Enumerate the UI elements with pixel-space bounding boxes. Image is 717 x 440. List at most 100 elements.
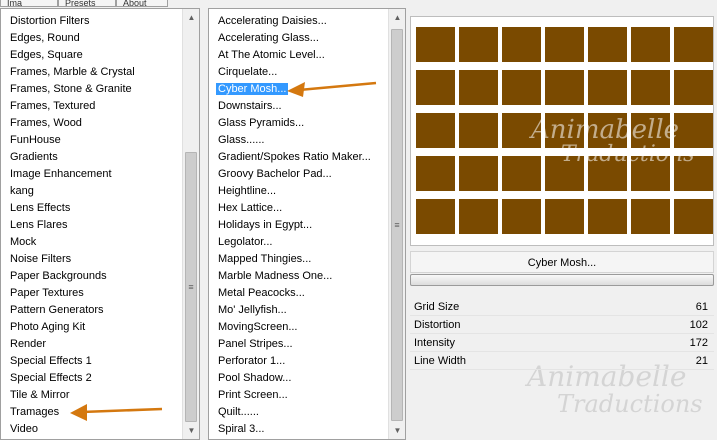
filter-item-downstairs[interactable]: Downstairs... — [209, 98, 388, 115]
filter-item-label: Pool Shadow... — [218, 372, 292, 384]
scroll-down-icon[interactable]: ▼ — [183, 422, 199, 439]
filter-item-panel-stripes[interactable]: Panel Stripes... — [209, 336, 388, 353]
category-item-frames-marble-crystal[interactable]: Frames, Marble & Crystal — [1, 64, 182, 81]
preview-tile — [588, 27, 627, 62]
filter-item-perforator-1[interactable]: Perforator 1... — [209, 353, 388, 370]
category-item-special-effects-1[interactable]: Special Effects 1 — [1, 353, 182, 370]
param-name: Distortion — [414, 319, 461, 331]
category-scrollbar[interactable]: ▲ ≡ ▼ — [182, 9, 199, 439]
scroll-down-icon[interactable]: ▼ — [389, 422, 405, 439]
tab-about[interactable]: About — [116, 0, 168, 7]
filter-item-groovy-bachelor-pad[interactable]: Groovy Bachelor Pad... — [209, 166, 388, 183]
category-item-paper-textures[interactable]: Paper Textures — [1, 285, 182, 302]
param-row-intensity[interactable]: Intensity 172 — [410, 334, 714, 352]
filter-item-legolator[interactable]: Legolator... — [209, 234, 388, 251]
category-item-label: Render — [10, 338, 47, 350]
filter-item-mo-jellyfish[interactable]: Mo' Jellyfish... — [209, 302, 388, 319]
scroll-up-icon[interactable]: ▲ — [389, 9, 405, 26]
preview-tile — [545, 27, 584, 62]
category-item-noise-filters[interactable]: Noise Filters — [1, 251, 182, 268]
filter-item-label: MovingScreen... — [218, 321, 298, 333]
filter-item-label: Metal Peacocks... — [218, 287, 305, 299]
category-item-lens-effects[interactable]: Lens Effects — [1, 200, 182, 217]
preview-tile — [416, 113, 455, 148]
filter-item-movingscreen[interactable]: MovingScreen... — [209, 319, 388, 336]
category-item-label: Photo Aging Kit — [10, 321, 86, 333]
filter-item-hex-lattice[interactable]: Hex Lattice... — [209, 200, 388, 217]
category-item-lens-flares[interactable]: Lens Flares — [1, 217, 182, 234]
filter-item-label: Glass...... — [218, 134, 265, 146]
tab-image[interactable]: Ima — [0, 0, 58, 7]
category-item-label: Paper Backgrounds — [10, 270, 107, 282]
category-item-frames-wood[interactable]: Frames, Wood — [1, 115, 182, 132]
category-item-photo-aging-kit[interactable]: Photo Aging Kit — [1, 319, 182, 336]
category-item-mock[interactable]: Mock — [1, 234, 182, 251]
category-item-label: Paper Textures — [10, 287, 84, 299]
filter-item-accelerating-daisies[interactable]: Accelerating Daisies... — [209, 13, 388, 30]
param-name: Line Width — [414, 355, 466, 367]
filter-item-holidays-in-egypt[interactable]: Holidays in Egypt... — [209, 217, 388, 234]
filter-item-glass-pyramids[interactable]: Glass Pyramids... — [209, 115, 388, 132]
category-item-frames-stone-granite[interactable]: Frames, Stone & Granite — [1, 81, 182, 98]
filter-item-glass[interactable]: Glass...... — [209, 132, 388, 149]
preview-tile — [502, 70, 541, 105]
category-item-edges-round[interactable]: Edges, Round — [1, 30, 182, 47]
category-item-paper-backgrounds[interactable]: Paper Backgrounds — [1, 268, 182, 285]
param-row-grid-size[interactable]: Grid Size 61 — [410, 298, 714, 316]
filter-item-pool-shadow[interactable]: Pool Shadow... — [209, 370, 388, 387]
category-item-special-effects-2[interactable]: Special Effects 2 — [1, 370, 182, 387]
category-item-render[interactable]: Render — [1, 336, 182, 353]
filter-scrollbar[interactable]: ▲ ≡ ▼ — [388, 9, 405, 439]
preview-tile — [416, 199, 455, 234]
preview-tile — [631, 27, 670, 62]
category-item-frames-textured[interactable]: Frames, Textured — [1, 98, 182, 115]
preview-tile — [674, 113, 713, 148]
scroll-up-icon[interactable]: ▲ — [183, 9, 199, 26]
tab-presets[interactable]: Presets — [58, 0, 116, 7]
filter-item-metal-peacocks[interactable]: Metal Peacocks... — [209, 285, 388, 302]
filter-item-spiral-3[interactable]: Spiral 3... — [209, 421, 388, 438]
filter-item-mapped-thingies[interactable]: Mapped Thingies... — [209, 251, 388, 268]
param-value[interactable]: 21 — [696, 352, 708, 370]
filter-item-quilt[interactable]: Quilt...... — [209, 404, 388, 421]
preview-tile — [545, 199, 584, 234]
scroll-thumb[interactable]: ≡ — [391, 29, 403, 421]
filter-item-gradient-spokes-ratio-maker[interactable]: Gradient/Spokes Ratio Maker... — [209, 149, 388, 166]
preview-tile — [502, 27, 541, 62]
filter-item-label: Mo' Jellyfish... — [218, 304, 287, 316]
filter-item-print-screen[interactable]: Print Screen... — [209, 387, 388, 404]
param-value[interactable]: 102 — [690, 316, 708, 334]
category-item-gradients[interactable]: Gradients — [1, 149, 182, 166]
category-item-funhouse[interactable]: FunHouse — [1, 132, 182, 149]
filter-item-label: Heightline... — [218, 185, 277, 197]
category-item-kang[interactable]: kang — [1, 183, 182, 200]
param-value[interactable]: 172 — [690, 334, 708, 352]
category-item-label: Mock — [10, 236, 37, 248]
preview-tile — [416, 70, 455, 105]
category-item-pattern-generators[interactable]: Pattern Generators — [1, 302, 182, 319]
filter-item-accelerating-glass[interactable]: Accelerating Glass... — [209, 30, 388, 47]
category-item-label: Frames, Marble & Crystal — [10, 66, 135, 78]
category-item-image-enhancement[interactable]: Image Enhancement — [1, 166, 182, 183]
filter-item-at-the-atomic-level[interactable]: At The Atomic Level... — [209, 47, 388, 64]
preview-tile — [545, 113, 584, 148]
category-item-edges-square[interactable]: Edges, Square — [1, 47, 182, 64]
category-item-distortion-filters[interactable]: Distortion Filters — [1, 13, 182, 30]
filter-item-label: Groovy Bachelor Pad... — [218, 168, 332, 180]
param-row-line-width[interactable]: Line Width 21 — [410, 352, 714, 370]
preview-tile — [416, 27, 455, 62]
preview-tile — [588, 199, 627, 234]
param-value[interactable]: 61 — [696, 298, 708, 316]
filter-item-label: Print Screen... — [218, 389, 288, 401]
category-item-label: Frames, Textured — [10, 100, 96, 112]
parameter-list: Grid Size 61 Distortion 102 Intensity 172 Line… — [410, 298, 714, 370]
filter-item-heightline[interactable]: Heightline... — [209, 183, 388, 200]
category-item-label: Special Effects 1 — [10, 355, 92, 367]
filter-item-marble-madness-one[interactable]: Marble Madness One... — [209, 268, 388, 285]
scroll-thumb[interactable]: ≡ — [185, 152, 197, 422]
param-row-distortion[interactable]: Distortion 102 — [410, 316, 714, 334]
category-item-label: Image Enhancement — [10, 168, 112, 180]
preview-tile — [631, 70, 670, 105]
filter-item-label: Legolator... — [218, 236, 273, 248]
preview-tile — [674, 27, 713, 62]
